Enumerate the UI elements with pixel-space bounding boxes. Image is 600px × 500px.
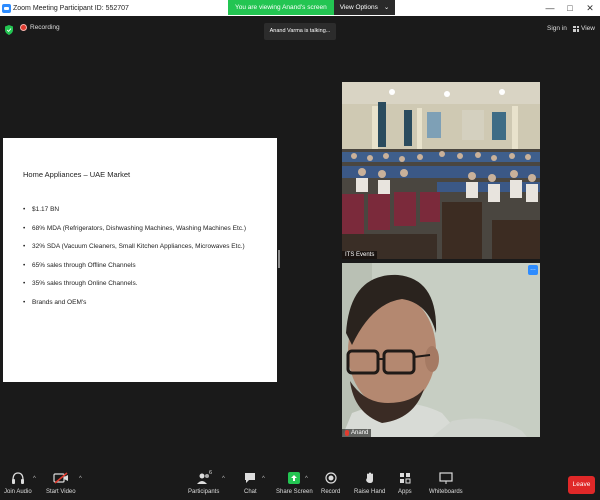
video-options-caret-icon[interactable]: ^ <box>79 476 82 482</box>
sign-in-link[interactable]: Sign in <box>547 25 567 32</box>
window-controls: — □ ✕ <box>540 0 600 16</box>
zoom-window: Zoom Meeting Participant ID: 552707 You … <box>0 0 600 500</box>
record-label: Record <box>321 489 341 495</box>
participant-name-label: Anand <box>342 429 372 437</box>
slide-bullet: • 65% sales through Offline Channels <box>23 262 246 281</box>
participant-name-label: ITS Events <box>342 251 378 259</box>
raise-hand-label: Raise Hand <box>354 489 386 495</box>
recording-indicator[interactable]: Recording <box>20 24 60 31</box>
join-audio-button[interactable]: Join Audio <box>4 468 32 495</box>
video-tile-its-events[interactable]: ITS Events <box>342 82 540 259</box>
recording-label: Recording <box>30 24 60 31</box>
participants-count: 6 <box>209 470 213 476</box>
meeting-toolbar: Join Audio ^ Start Video ^ Participants … <box>0 468 600 500</box>
audio-options-caret-icon[interactable]: ^ <box>33 476 36 482</box>
bullet-text: 68% MDA (Refrigerators, Dishwashing Mach… <box>32 224 246 232</box>
share-caret-icon[interactable]: ^ <box>305 476 308 482</box>
shared-screen-slide: Home Appliances – UAE Market • $1.17 BN •… <box>3 138 277 382</box>
panel-splitter-handle[interactable] <box>278 250 280 268</box>
active-speaker-tooltip: Anand Varma is talking... <box>264 23 336 40</box>
leave-button[interactable]: Leave <box>568 476 595 494</box>
bullet-text: 65% sales through Offline Channels <box>32 261 136 269</box>
whiteboard-icon <box>439 468 453 488</box>
view-options-button[interactable]: View Options ⌄ <box>333 0 396 15</box>
view-label: View <box>581 25 595 32</box>
raise-hand-icon <box>365 468 375 488</box>
slide-title: Home Appliances – UAE Market <box>23 170 131 179</box>
share-screen-label: Share Screen <box>276 489 313 495</box>
start-video-label: Start Video <box>46 489 76 495</box>
participants-label: Participants <box>188 489 220 495</box>
zoom-logo-icon <box>2 3 11 13</box>
slide-bullet: • $1.17 BN <box>23 206 246 225</box>
bullet-text: $1.17 BN <box>32 206 60 213</box>
headphones-icon <box>11 468 25 488</box>
participants-caret-icon[interactable]: ^ <box>222 476 225 482</box>
record-dot-icon <box>20 24 27 31</box>
participant-name: Anand <box>351 430 369 436</box>
window-title: Zoom Meeting Participant ID: 552707 <box>13 4 129 12</box>
grid-view-icon <box>573 25 579 32</box>
apps-button[interactable]: Apps <box>398 468 412 495</box>
slide-bullet-list: • $1.17 BN • 68% MDA (Refrigerators, Dishw… <box>23 206 246 317</box>
close-button[interactable]: ✕ <box>580 0 600 16</box>
auditorium-video-feed <box>342 82 540 259</box>
chevron-down-icon: ⌄ <box>383 4 390 11</box>
whiteboards-label: Whiteboards <box>429 489 463 495</box>
video-tile-anand[interactable]: … Anand <box>342 263 540 437</box>
chat-button[interactable]: Chat <box>244 468 257 495</box>
chat-label: Chat <box>244 489 257 495</box>
slide-bullet: • 68% MDA (Refrigerators, Dishwashing Mac… <box>23 225 246 244</box>
view-options-label: View Options <box>339 4 378 11</box>
record-icon <box>325 468 337 488</box>
participants-button[interactable]: Participants <box>188 468 219 495</box>
slide-bullet: • 35% sales through Online Channels. <box>23 280 246 299</box>
maximize-button[interactable]: □ <box>560 0 580 16</box>
bullet-text: 32% SDA (Vacuum Cleaners, Small Kitchen … <box>32 243 245 250</box>
view-button[interactable]: View <box>573 25 595 32</box>
join-audio-label: Join Audio <box>4 489 32 495</box>
speaker-video-feed <box>342 263 540 437</box>
raise-hand-button[interactable]: Raise Hand <box>354 468 385 495</box>
microphone-muted-icon <box>345 430 349 436</box>
share-screen-icon <box>288 472 301 484</box>
whiteboards-button[interactable]: Whiteboards <box>429 468 463 495</box>
apps-label: Apps <box>398 489 412 495</box>
chat-bubble-icon <box>244 468 256 488</box>
screen-share-banner: You are viewing Anand's screen View Opti… <box>228 0 396 15</box>
slide-bullet: • 32% SDA (Vacuum Cleaners, Small Kitchen… <box>23 243 246 262</box>
start-video-button[interactable]: Start Video <box>46 468 76 495</box>
slide-bullet: • Brands and OEM's <box>23 299 246 318</box>
viewing-notice: You are viewing Anand's screen <box>228 0 334 15</box>
bullet-text: 35% sales through Online Channels. <box>32 280 138 287</box>
minimize-button[interactable]: — <box>540 0 560 16</box>
bullet-text: Brands and OEM's <box>32 298 87 306</box>
participant-name: ITS Events <box>345 252 375 258</box>
more-options-button[interactable]: … <box>528 265 538 275</box>
video-off-icon <box>53 468 69 488</box>
shield-icon[interactable] <box>5 25 13 35</box>
apps-icon <box>399 468 411 488</box>
record-button[interactable]: Record <box>321 468 340 495</box>
chat-caret-icon[interactable]: ^ <box>262 476 265 482</box>
